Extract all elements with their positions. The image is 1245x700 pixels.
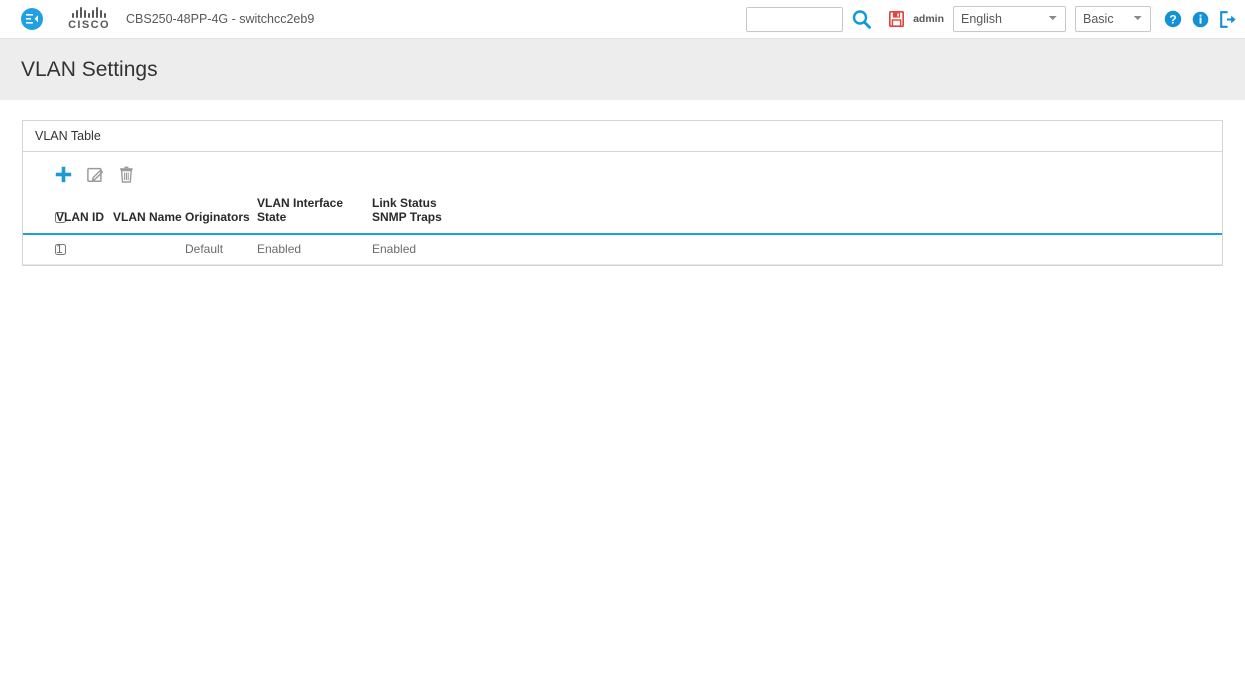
panel-body: VLAN ID VLAN Name Originators VLAN Inter… xyxy=(23,152,1222,265)
save-floppy-icon[interactable] xyxy=(889,11,905,27)
help-question-icon[interactable]: ? xyxy=(1164,10,1182,28)
column-header-vlan-id: VLAN ID xyxy=(56,210,104,224)
cell-originators: Default xyxy=(185,242,224,256)
svg-text:?: ? xyxy=(1169,12,1176,26)
column-header-originators: Originators xyxy=(185,210,250,224)
info-circle-icon[interactable] xyxy=(1192,11,1209,28)
vlan-table: VLAN ID VLAN Name Originators VLAN Inter… xyxy=(23,196,1222,265)
plus-add-icon[interactable] xyxy=(55,166,72,183)
vlan-table-panel: VLAN Table VLAN ID VLAN Name Originators… xyxy=(22,120,1223,266)
table-body: 1 Default Enabled Enabled xyxy=(23,234,1222,265)
select-all-header xyxy=(23,196,66,234)
page-title: VLAN Settings xyxy=(21,57,158,81)
table-header-row: VLAN ID VLAN Name Originators VLAN Inter… xyxy=(23,196,1222,234)
top-navigation-bar: CISCO CBS250-48PP-4G - switchcc2eb9 admi… xyxy=(0,0,1245,38)
page-title-bar: VLAN Settings xyxy=(0,38,1245,100)
admin-user-label: admin xyxy=(913,13,944,25)
panel-header: VLAN Table xyxy=(23,121,1222,152)
column-header-vlan-name: VLAN Name xyxy=(113,210,182,224)
menu-collapse-icon[interactable] xyxy=(21,7,43,30)
topbar-right-controls: admin English Basic ? xyxy=(746,0,1237,38)
language-select[interactable]: English xyxy=(953,6,1066,32)
cell-link-status-snmp-traps: Enabled xyxy=(372,242,417,256)
column-header-link-status-snmp-traps: Link Status SNMP Traps xyxy=(372,196,1222,234)
link-status-line2: SNMP Traps xyxy=(372,210,442,224)
cisco-logo: CISCO xyxy=(63,6,115,31)
table-row[interactable]: 1 Default Enabled Enabled xyxy=(23,234,1222,265)
row-select-cell xyxy=(23,234,66,265)
table-toolbar xyxy=(23,152,1222,196)
cell-vlan-interface-state: Enabled xyxy=(257,242,302,256)
search-input[interactable] xyxy=(746,6,844,32)
main-content: VLAN Table VLAN ID VLAN Name Originators… xyxy=(0,100,1245,266)
search-icon[interactable] xyxy=(851,9,872,30)
cell-vlan-name xyxy=(113,234,185,265)
edit-pencil-icon[interactable] xyxy=(87,166,104,183)
cisco-logo-bars xyxy=(72,6,106,18)
logout-icon[interactable] xyxy=(1219,10,1237,28)
link-status-line1: Link Status xyxy=(372,196,437,210)
mode-select[interactable]: Basic xyxy=(1075,6,1151,32)
device-name-label: CBS250-48PP-4G - switchcc2eb9 xyxy=(126,11,315,26)
panel-title: VLAN Table xyxy=(35,129,101,143)
column-header-vlan-interface-state: VLAN Interface State xyxy=(257,196,344,224)
trash-delete-icon[interactable] xyxy=(119,166,134,183)
cisco-wordmark: CISCO xyxy=(68,18,110,31)
table-header: VLAN ID VLAN Name Originators VLAN Inter… xyxy=(23,196,1222,234)
